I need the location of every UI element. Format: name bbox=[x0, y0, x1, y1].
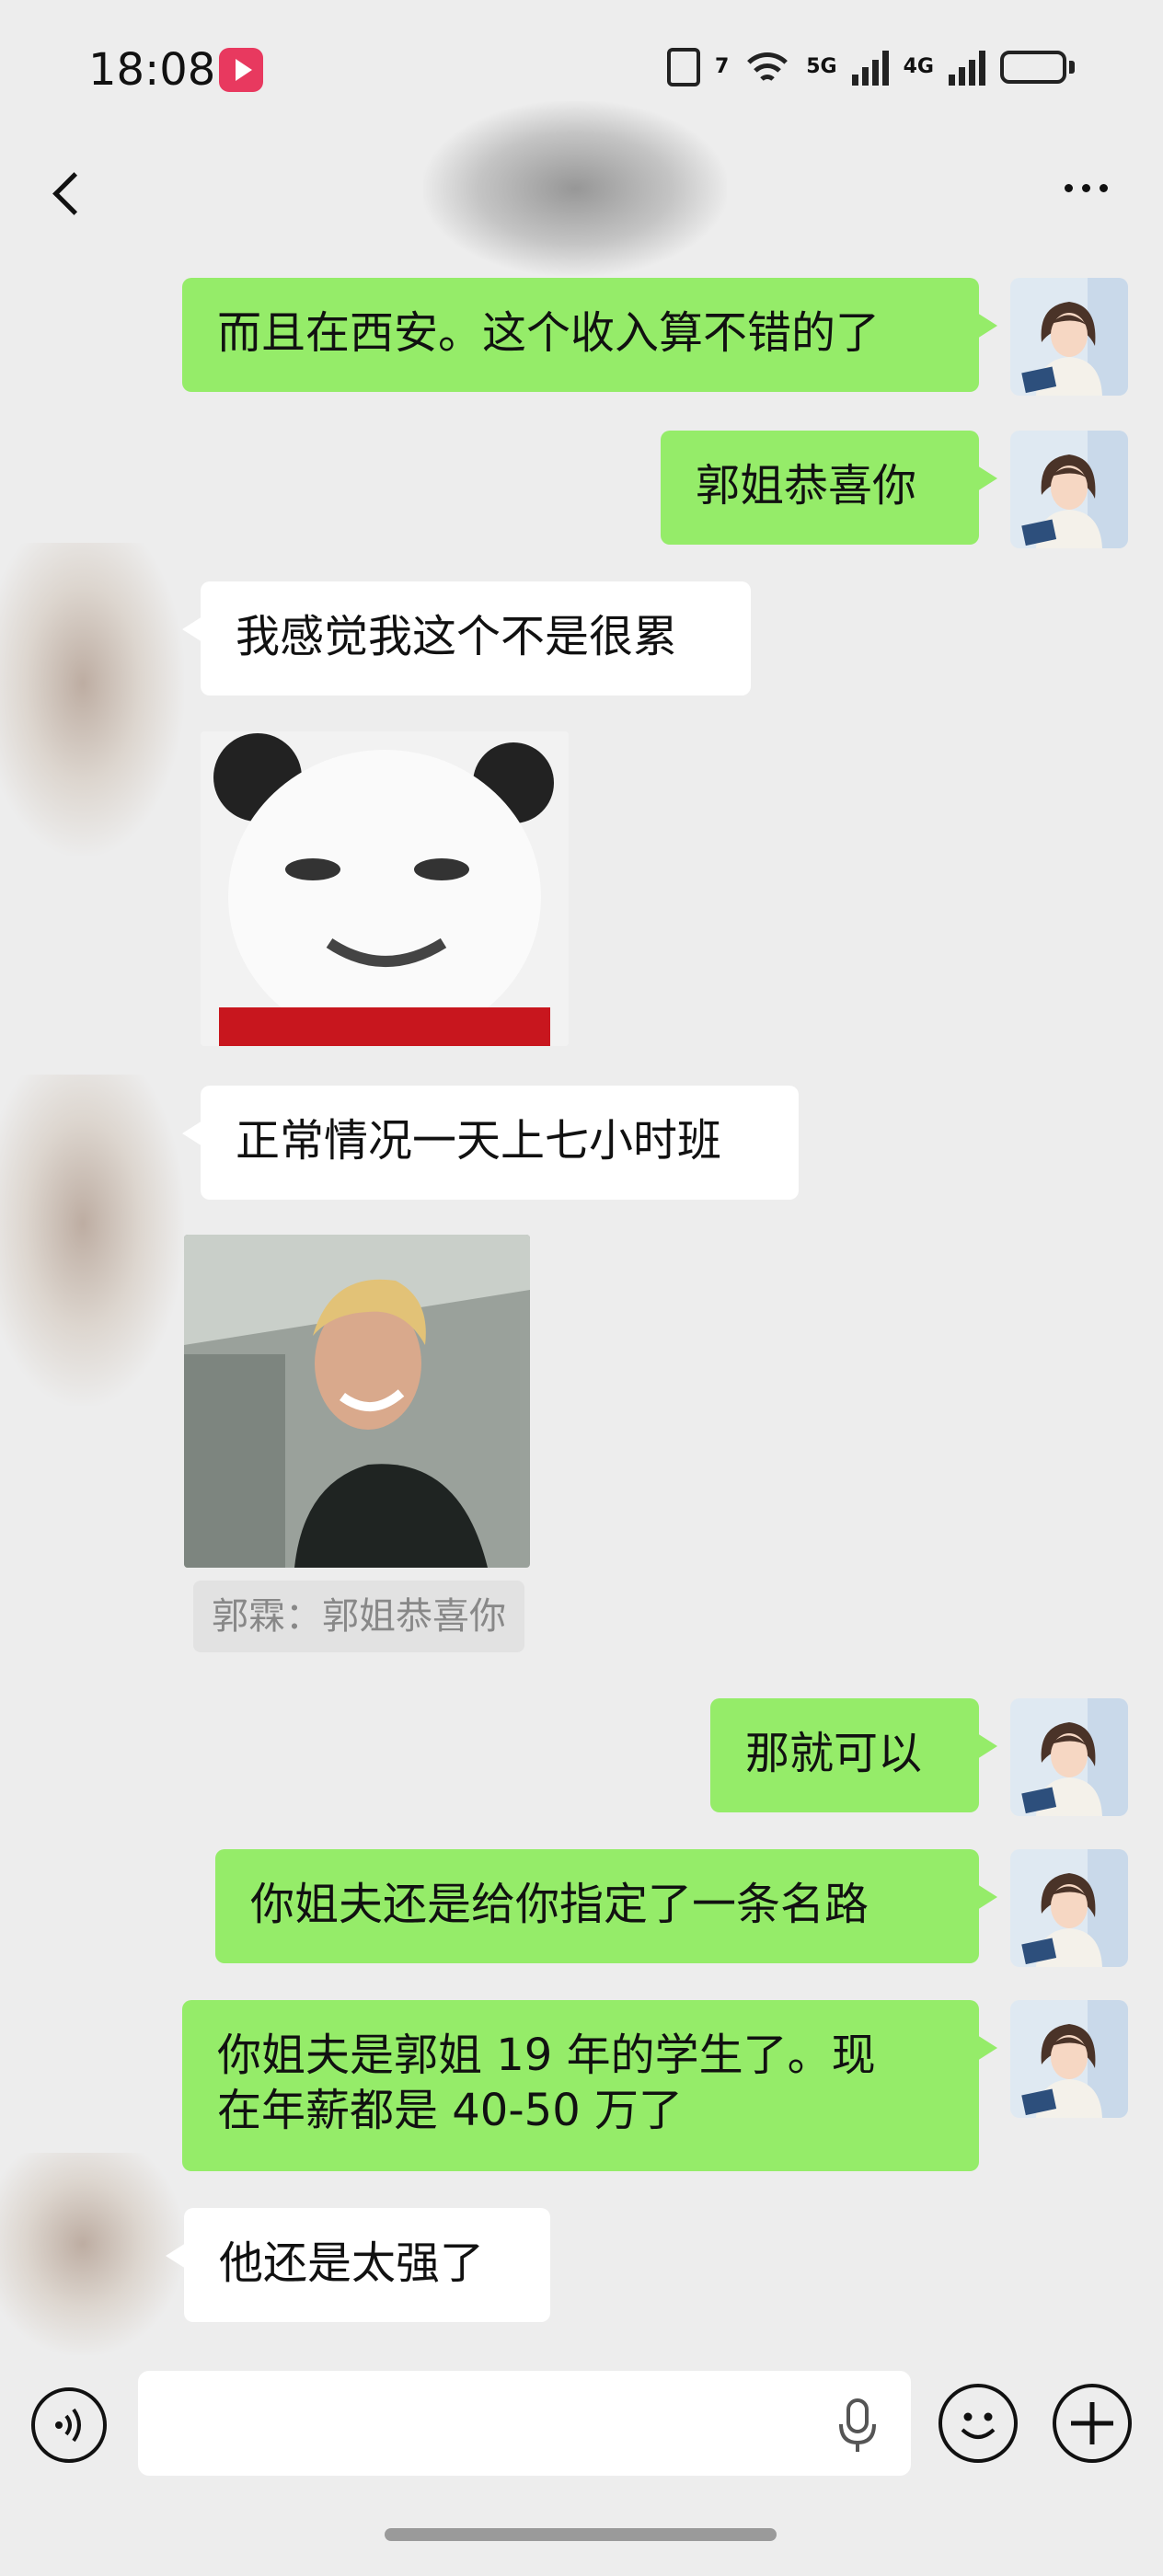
system-icons: 7 5G 4G bbox=[666, 48, 1075, 86]
avatar-redacted[interactable] bbox=[0, 1075, 184, 1406]
emoji-icon bbox=[961, 2412, 996, 2439]
signal-5g-icon bbox=[851, 49, 889, 86]
signal-4g-icon bbox=[949, 49, 985, 86]
vibrate-icon bbox=[666, 48, 700, 86]
avatar[interactable] bbox=[1010, 278, 1128, 396]
back-button[interactable] bbox=[39, 166, 94, 221]
wifi-icon bbox=[743, 49, 792, 86]
message-bubble-incoming[interactable]: 他还是太强了 bbox=[166, 2208, 550, 2322]
avatar[interactable] bbox=[1010, 2000, 1128, 2118]
avatar-redacted[interactable] bbox=[0, 543, 184, 856]
message-bubble-outgoing[interactable]: 你姐夫是郭姐 19 年的学生了。现 在年薪都是 40-50 万了 bbox=[182, 2000, 997, 2171]
avatar-illustration bbox=[1010, 1849, 1128, 1967]
message-input[interactable] bbox=[138, 2371, 911, 2476]
quoted-reply[interactable]: 郭霖：郭姐恭喜你 bbox=[193, 1581, 524, 1652]
emoji-button[interactable] bbox=[938, 2384, 1018, 2463]
message-bubble-incoming[interactable]: 我感觉我这个不是很累 bbox=[182, 581, 751, 696]
message-bubble-outgoing[interactable]: 你姐夫还是给你指定了一条名路 bbox=[215, 1849, 997, 1963]
wifi-badge: 7 bbox=[714, 55, 730, 78]
clock-time: 18:08 bbox=[88, 44, 216, 96]
avatar[interactable] bbox=[1010, 1698, 1128, 1816]
panda-sticker-icon bbox=[201, 731, 569, 1046]
voice-icon bbox=[55, 2408, 81, 2443]
avatar-illustration bbox=[1010, 1698, 1128, 1816]
contact-name-redacted bbox=[423, 101, 727, 276]
avatar-illustration bbox=[1010, 2000, 1128, 2118]
plus-button[interactable] bbox=[1053, 2384, 1132, 2463]
sticker-image[interactable] bbox=[184, 1235, 530, 1568]
smiling-man-sticker-icon bbox=[184, 1235, 530, 1568]
sticker-image[interactable] bbox=[201, 731, 569, 1046]
more-options-button[interactable] bbox=[1055, 175, 1117, 201]
network-label-4g: 4G bbox=[903, 55, 934, 78]
voice-button[interactable] bbox=[31, 2387, 107, 2463]
message-bubble-outgoing[interactable]: 那就可以 bbox=[710, 1698, 997, 1812]
input-bar bbox=[0, 2351, 1163, 2489]
avatar-illustration bbox=[1010, 278, 1128, 396]
network-label-5g: 5G bbox=[806, 55, 837, 78]
home-indicator[interactable] bbox=[385, 2528, 777, 2541]
avatar-redacted[interactable] bbox=[0, 2153, 184, 2355]
message-bubble-outgoing[interactable]: 而且在西安。这个收入算不错的了 bbox=[182, 278, 997, 392]
mic-icon[interactable] bbox=[832, 2397, 883, 2455]
screen-record-icon bbox=[219, 48, 263, 92]
avatar[interactable] bbox=[1010, 1849, 1128, 1967]
battery-icon bbox=[1000, 51, 1075, 84]
avatar-illustration bbox=[1010, 431, 1128, 548]
message-bubble-incoming[interactable]: 正常情况一天上七小时班 bbox=[182, 1086, 799, 1200]
avatar[interactable] bbox=[1010, 431, 1128, 548]
message-bubble-outgoing[interactable]: 郭姐恭喜你 bbox=[661, 431, 997, 545]
